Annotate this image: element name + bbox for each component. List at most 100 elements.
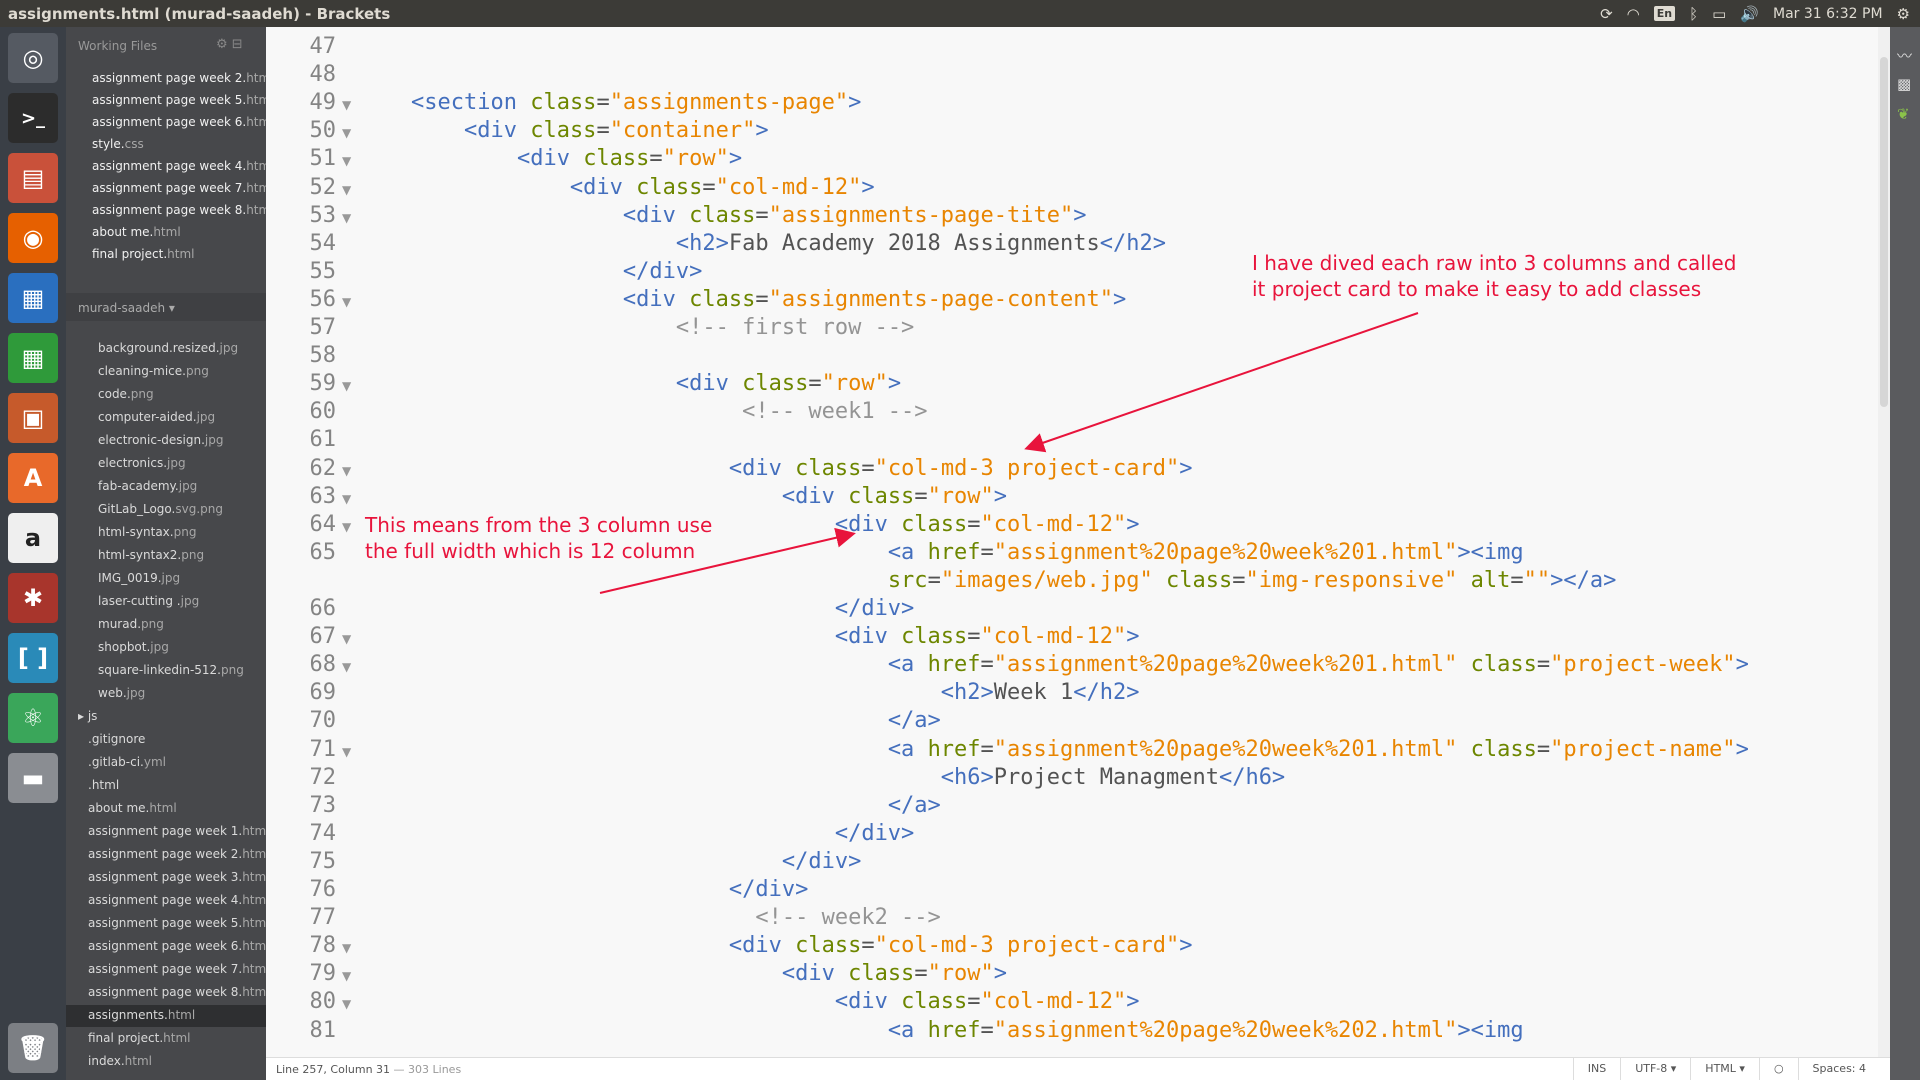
file-item[interactable]: .gitlab-ci.yml	[88, 755, 166, 769]
live-preview-icon[interactable]: 〰	[1897, 45, 1912, 66]
file-item[interactable]: index.html	[88, 1054, 152, 1068]
file-item[interactable]: electronic-design.jpg	[98, 433, 223, 447]
file-item[interactable]: assignments.html	[88, 1008, 195, 1022]
indent-spaces[interactable]: Spaces: 4	[1797, 1058, 1880, 1080]
file-item[interactable]: murad.png	[98, 617, 164, 631]
language-select[interactable]: HTML ▾	[1690, 1058, 1759, 1080]
file-item[interactable]: laser-cutting .jpg	[98, 594, 199, 608]
file-item[interactable]: .html	[88, 778, 119, 792]
line-number: 67	[309, 624, 337, 650]
code-token: =	[980, 736, 994, 762]
writer-icon[interactable]: ▦	[8, 273, 58, 323]
code-token: =	[755, 202, 769, 228]
code-token: >	[993, 961, 1008, 987]
atom-icon[interactable]: ⚛	[8, 693, 58, 743]
fold-toggle-icon[interactable]: ▼	[342, 154, 351, 168]
working-files-settings-icon[interactable]: ⚙ ⊟	[216, 37, 243, 52]
files-icon[interactable]: ▤	[8, 153, 58, 203]
ubuntu-dash-icon[interactable]: ◎	[8, 33, 58, 83]
editor-scrollbar[interactable]	[1878, 27, 1890, 1057]
file-item[interactable]: assignment page week 5.html	[92, 93, 266, 107]
code-token: class	[742, 371, 809, 397]
code-token: alt	[1470, 567, 1511, 593]
insert-mode-toggle[interactable]: INS	[1572, 1058, 1620, 1080]
trash-icon[interactable]: 🗑	[8, 1023, 58, 1073]
file-item[interactable]: final project.html	[88, 1031, 190, 1045]
file-item[interactable]: .gitignore	[88, 732, 145, 746]
file-item[interactable]: square-linkedin-512.png	[98, 663, 244, 677]
file-item[interactable]: about me.html	[92, 225, 181, 239]
project-dropdown[interactable]: murad-saadeh ▾	[78, 301, 175, 315]
file-item[interactable]: IMG_0019.jpg	[98, 571, 180, 585]
file-item[interactable]: html-syntax2.png	[98, 548, 204, 562]
gear-icon[interactable]: ⚙	[1897, 5, 1910, 23]
file-item[interactable]: assignment page week 2.html	[92, 71, 266, 85]
settings-icon[interactable]: ✱	[8, 573, 58, 623]
brackets-icon[interactable]: [ ]	[8, 633, 58, 683]
file-item[interactable]: assignment page week 7.html	[92, 181, 266, 195]
terminal-icon[interactable]: >_	[8, 93, 58, 143]
file-item[interactable]: web.jpg	[98, 686, 145, 700]
file-item[interactable]: GitLab_Logo.svg.png	[98, 502, 223, 516]
scroll-thumb[interactable]	[1880, 57, 1888, 407]
fold-toggle-icon[interactable]: ▼	[342, 183, 351, 197]
volume-icon[interactable]: 🔊	[1740, 5, 1759, 23]
file-item[interactable]: style.css	[92, 137, 144, 151]
fold-toggle-icon[interactable]: ▼	[342, 211, 351, 225]
code-token: =	[1536, 736, 1551, 762]
file-item[interactable]: electronics.jpg	[98, 456, 186, 470]
fold-toggle-icon[interactable]: ▼	[342, 492, 351, 506]
file-item[interactable]: cleaning-mice.png	[98, 364, 209, 378]
file-item[interactable]: shopbot.jpg	[98, 640, 169, 654]
code-token: >	[887, 371, 902, 397]
file-item[interactable]: assignment page week 8.html	[88, 985, 266, 999]
file-item[interactable]: assignment page week 1.html	[88, 824, 266, 838]
fold-toggle-icon[interactable]: ▼	[342, 379, 351, 393]
file-item[interactable]: assignment page week 5.html	[88, 916, 266, 930]
disk-icon[interactable]: ▬	[8, 753, 58, 803]
file-item[interactable]: assignment page week 6.html	[92, 115, 266, 129]
file-item[interactable]: assignment page week 4.html	[88, 893, 266, 907]
fold-toggle-icon[interactable]: ▼	[342, 632, 351, 646]
file-item[interactable]: assignment page week 8.html	[92, 203, 266, 217]
fold-toggle-icon[interactable]: ▼	[342, 464, 351, 478]
extension-manager-icon[interactable]: ▩	[1897, 75, 1911, 93]
fold-toggle-icon[interactable]: ▼	[342, 98, 351, 112]
file-item[interactable]: assignment page week 4.html	[92, 159, 266, 173]
firefox-icon[interactable]: ◉	[8, 213, 58, 263]
wifi-icon[interactable]: ◠	[1627, 5, 1640, 23]
fold-toggle-icon[interactable]: ▼	[342, 969, 351, 983]
file-item[interactable]: fab-academy.jpg	[98, 479, 197, 493]
linter-icon[interactable]: ❦	[1897, 105, 1910, 123]
file-item[interactable]: code.png	[98, 387, 154, 401]
file-item[interactable]: computer-aided.jpg	[98, 410, 215, 424]
file-item[interactable]: background.resized.jpg	[98, 341, 238, 355]
linter-status-icon[interactable]: ○	[1758, 1058, 1798, 1080]
file-item[interactable]: assignment page week 6.html	[88, 939, 266, 953]
file-item[interactable]: about me.html	[88, 801, 177, 815]
bluetooth-icon[interactable]: ᛒ	[1689, 5, 1698, 23]
dropbox-icon[interactable]: ⟳	[1600, 5, 1613, 23]
encoding-select[interactable]: UTF-8 ▾	[1620, 1058, 1690, 1080]
battery-icon[interactable]: ▭	[1712, 5, 1726, 23]
amazon-icon[interactable]: a	[8, 513, 58, 563]
line-number: 64	[309, 511, 337, 537]
fold-toggle-icon[interactable]: ▼	[342, 660, 351, 674]
fold-toggle-icon[interactable]: ▼	[342, 126, 351, 140]
keyboard-layout-indicator[interactable]: En	[1653, 6, 1676, 21]
clock[interactable]: Mar 31 6:32 PM	[1773, 6, 1883, 22]
file-item[interactable]: final project.html	[92, 247, 194, 261]
fold-toggle-icon[interactable]: ▼	[342, 295, 351, 309]
file-item[interactable]: assignment page week 7.html	[88, 962, 266, 976]
fold-toggle-icon[interactable]: ▼	[342, 941, 351, 955]
software-center-icon[interactable]: A	[8, 453, 58, 503]
fold-toggle-icon[interactable]: ▼	[342, 997, 351, 1011]
file-item[interactable]: html-syntax.png	[98, 525, 196, 539]
sidebar-folder-js[interactable]: ▸ js	[78, 709, 97, 723]
file-item[interactable]: assignment page week 3.html	[88, 870, 266, 884]
impress-icon[interactable]: ▣	[8, 393, 58, 443]
fold-toggle-icon[interactable]: ▼	[342, 520, 351, 534]
file-item[interactable]: assignment page week 2.html	[88, 847, 266, 861]
calc-icon[interactable]: ▦	[8, 333, 58, 383]
fold-toggle-icon[interactable]: ▼	[342, 745, 351, 759]
